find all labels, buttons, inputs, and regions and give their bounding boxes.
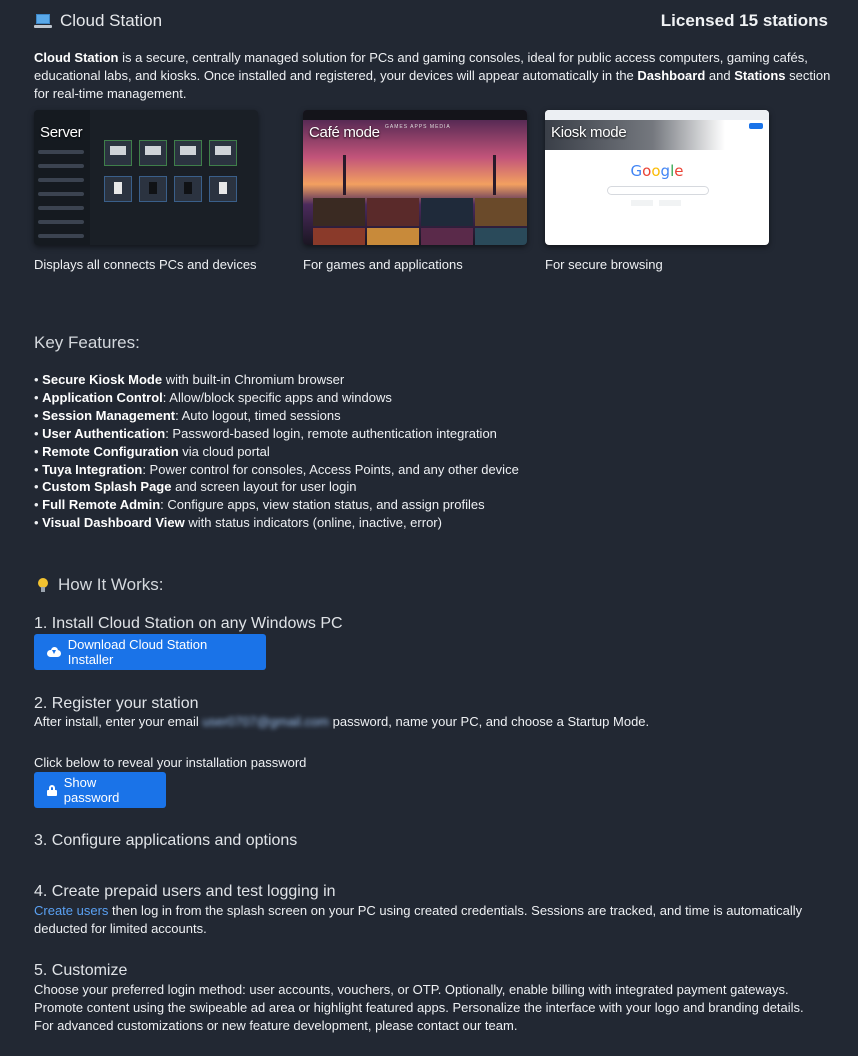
step-2-text: After install, enter your email user0707…: [34, 714, 650, 729]
card-server-label: Server: [40, 124, 83, 141]
intro-dashboard: Dashboard: [637, 68, 706, 83]
list-item: • Visual Dashboard View with status indi…: [34, 515, 442, 531]
list-item: • Application Control: Allow/block speci…: [34, 389, 392, 405]
app-title: Cloud Station: [34, 11, 162, 31]
cafe-tabs: GAMES APPS MEDIA: [385, 124, 451, 130]
how-it-works-text: How It Works:: [58, 575, 164, 594]
show-password-label: Show password: [63, 775, 120, 805]
list-item: • Secure Kiosk Mode with built-in Chromi…: [34, 372, 345, 387]
lock-icon: [47, 784, 57, 796]
step-5-text: Choose your preferred login method: user…: [34, 982, 804, 1033]
google-search-box: [607, 186, 709, 195]
cafe-screenshot: GAMES APPS MEDIA Café mode: [303, 110, 527, 245]
server-screenshot: Server: [34, 110, 258, 245]
app-title-text: Cloud Station: [60, 11, 163, 30]
page-header: Cloud Station Licensed 15 stations: [34, 8, 828, 34]
card-cafe-label: Café mode: [309, 124, 380, 141]
masked-email: user0707@gmail.com: [202, 714, 330, 729]
how-it-works-heading: How It Works:: [38, 575, 163, 595]
step-2-title: 2. Register your station: [34, 695, 199, 712]
list-item: • Tuya Integration: Power control for co…: [34, 461, 519, 477]
laptop-icon: [34, 14, 52, 28]
mode-cards: Server Displays all connects PCs and dev…: [34, 110, 834, 275]
reveal-password-text: Click below to reveal your installation …: [34, 755, 307, 770]
list-item: • Session Management: Auto logout, timed…: [34, 407, 341, 423]
card-kiosk[interactable]: Google Kiosk mode For secure browsing: [545, 110, 769, 272]
step-4-title: 4. Create prepaid users and test logging…: [34, 883, 336, 900]
download-installer-button[interactable]: Download Cloud Station Installer: [34, 634, 266, 670]
card-cafe-caption: For games and applications: [303, 257, 463, 272]
list-item: • Remote Configuration via cloud portal: [34, 443, 270, 459]
list-item: • Custom Splash Page and screen layout f…: [34, 479, 357, 495]
card-server[interactable]: Server Displays all connects PCs and dev…: [34, 110, 258, 272]
lightbulb-icon: [38, 578, 48, 592]
card-server-caption: Displays all connects PCs and devices: [34, 257, 257, 272]
card-kiosk-label: Kiosk mode: [551, 124, 627, 141]
intro-stations: Stations: [734, 68, 786, 83]
features-list: • Secure Kiosk Mode with built-in Chromi…: [34, 371, 519, 532]
download-installer-label: Download Cloud Station Installer: [67, 637, 208, 667]
show-password-button[interactable]: Show password: [34, 772, 166, 808]
intro-paragraph: Cloud Station is a secure, centrally man…: [34, 49, 834, 103]
list-item: • User Authentication: Password-based lo…: [34, 425, 497, 441]
step-3-title: 3. Configure applications and options: [34, 832, 298, 849]
license-count: Licensed 15 stations: [660, 11, 828, 30]
list-item: • Full Remote Admin: Configure apps, vie…: [34, 497, 485, 513]
google-logo: Google: [630, 162, 684, 180]
step-4-text: Create users then log in from the splash…: [34, 903, 803, 936]
kiosk-screenshot: Google Kiosk mode: [545, 110, 769, 245]
intro-brand: Cloud Station: [34, 50, 119, 65]
create-users-link[interactable]: Create users: [34, 903, 108, 918]
key-features-heading: Key Features:: [34, 333, 140, 352]
card-cafe[interactable]: GAMES APPS MEDIA Café mode For games and…: [303, 110, 527, 272]
step-1-title: 1. Install Cloud Station on any Windows …: [34, 615, 343, 632]
intro-and: and: [705, 68, 735, 83]
card-kiosk-caption: For secure browsing: [545, 257, 663, 272]
step-5-title: 5. Customize: [34, 962, 128, 979]
cloud-download-icon: [47, 647, 61, 657]
